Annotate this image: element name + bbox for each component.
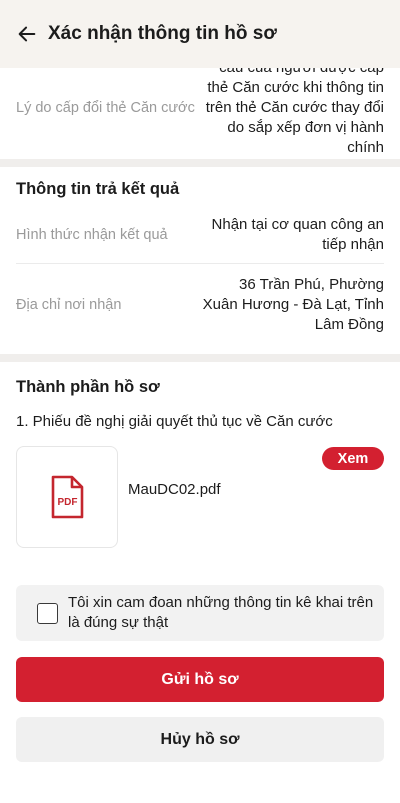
back-button[interactable] <box>14 21 40 47</box>
address-row: Địa chỉ nơi nhận 36 Trần Phú, Phường Xuâ… <box>16 274 384 336</box>
reason-row: Lý do cấp đổi thẻ Căn cước cầu của người… <box>16 59 384 156</box>
commitment-box[interactable]: Tôi xin cam đoan những thông tin kê khai… <box>16 585 384 641</box>
content-scroll[interactable]: Lý do cấp đổi thẻ Căn cước cầu của người… <box>0 0 400 803</box>
commitment-checkbox[interactable] <box>37 602 58 624</box>
result-section-title: Thông tin trả kết quả <box>16 180 180 198</box>
section-divider <box>0 354 400 362</box>
row-divider <box>16 263 384 264</box>
address-value: 36 Trần Phú, Phường Xuân Hương - Đà Lạt,… <box>202 276 384 333</box>
documents-section-title: Thành phần hồ sơ <box>16 378 160 396</box>
submit-button[interactable]: Gửi hồ sơ <box>16 657 384 702</box>
page-title: Xác nhận thông tin hồ sơ <box>48 23 277 44</box>
result-method-row: Hình thức nhận kết quả Nhận tại cơ quan … <box>16 214 384 256</box>
commitment-text: Tôi xin cam đoan những thông tin kê khai… <box>68 594 374 631</box>
pdf-file-icon: PDF <box>51 475 84 519</box>
app-bar: Xác nhận thông tin hồ sơ <box>0 0 400 68</box>
cancel-button[interactable]: Hủy hồ sơ <box>16 717 384 762</box>
pdf-file-type: PDF <box>58 497 78 508</box>
reason-label: Lý do cấp đổi thẻ Căn cước <box>16 100 195 116</box>
result-method-label: Hình thức nhận kết quả <box>16 227 168 243</box>
arrow-left-icon <box>18 26 36 42</box>
file-card[interactable]: PDF <box>16 446 118 548</box>
reason-value: cầu của người được cấp thẻ Căn cước khi … <box>205 59 384 156</box>
document-item-label: 1. Phiếu đề nghị giải quyết thủ tục về C… <box>16 413 333 430</box>
address-label: Địa chỉ nơi nhận <box>16 297 122 313</box>
view-file-button[interactable]: Xem <box>322 447 384 470</box>
file-name: MauDC02.pdf <box>128 481 221 498</box>
section-divider <box>0 159 400 167</box>
result-method-value: Nhận tại cơ quan công an tiếp nhận <box>211 216 384 253</box>
